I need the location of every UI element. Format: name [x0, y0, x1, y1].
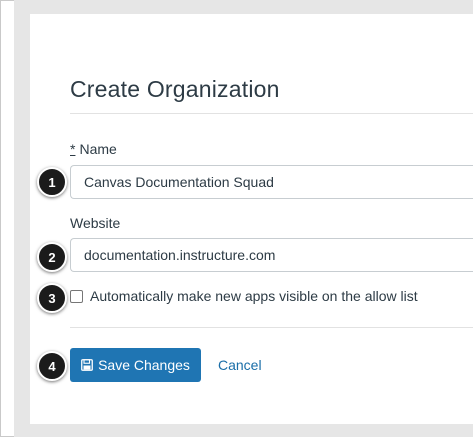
footer-divider — [70, 327, 473, 328]
name-label-text: Name — [79, 141, 117, 157]
save-changes-label: Save Changes — [98, 357, 190, 373]
website-label: Website — [70, 215, 121, 231]
allow-list-checkbox-row[interactable]: Automatically make new apps visible on t… — [70, 288, 418, 304]
website-input[interactable]: documentation.instructure.com — [70, 238, 473, 272]
required-indicator: * — [70, 141, 76, 157]
floppy-disk-icon — [81, 359, 93, 371]
step-marker-2: 2 — [37, 242, 67, 272]
cancel-link[interactable]: Cancel — [218, 357, 262, 373]
page-title: Create Organization — [70, 76, 280, 102]
name-input[interactable]: Canvas Documentation Squad — [70, 165, 473, 199]
allow-list-checkbox[interactable] — [70, 289, 83, 303]
title-divider — [70, 113, 473, 114]
step-marker-3: 3 — [37, 283, 67, 313]
step-marker-1: 1 — [37, 167, 67, 197]
save-changes-button[interactable]: Save Changes — [70, 348, 201, 382]
step-marker-4: 4 — [37, 351, 67, 381]
name-label: * Name — [70, 141, 117, 157]
allow-list-checkbox-label[interactable]: Automatically make new apps visible on t… — [90, 288, 418, 304]
